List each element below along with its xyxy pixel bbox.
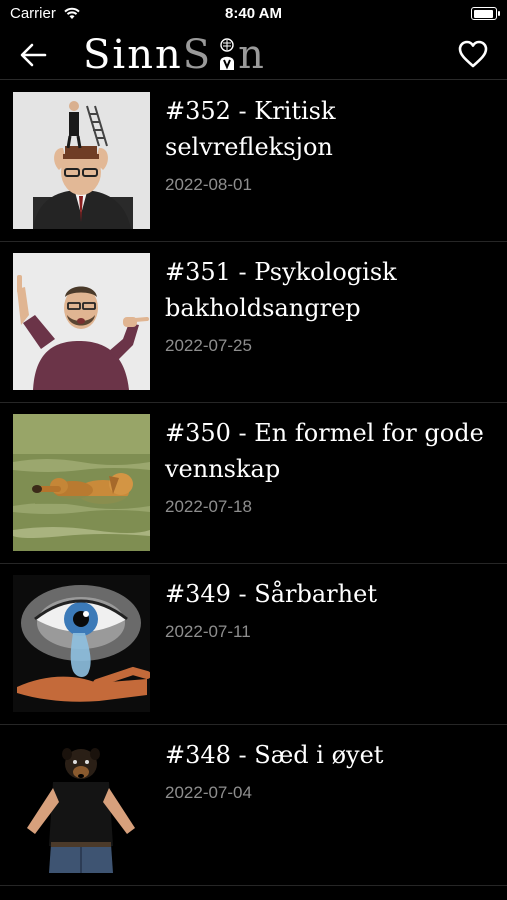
heart-icon[interactable] — [457, 38, 489, 70]
episode-thumbnail — [13, 253, 150, 390]
episode-title: #351 - Psykologisk bakholdsangrep — [165, 258, 397, 322]
back-arrow-icon[interactable] — [17, 39, 49, 71]
logo-head-icon — [220, 38, 235, 70]
episode-title: #349 - Sårbarhet — [165, 580, 377, 608]
logo-text-secondary: S — [182, 32, 213, 78]
clock: 8:40 AM — [225, 5, 282, 22]
episode-row[interactable]: #352 - Kritisk selvrefleksjon 2022-08-01 — [0, 81, 507, 242]
episode-thumbnail — [13, 414, 150, 551]
logo-text-primary: Sinn — [83, 32, 183, 78]
status-bar: Carrier 8:40 AM — [0, 0, 507, 30]
episode-date: 2022-07-11 — [165, 622, 251, 641]
episode-title: #348 - Sæd i øyet — [165, 741, 384, 769]
episode-row[interactable]: #349 - Sårbarhet 2022-07-11 — [0, 564, 507, 725]
episode-list: #352 - Kritisk selvrefleksjon 2022-08-01 — [0, 81, 507, 886]
logo-text-secondary-end: n — [238, 32, 266, 78]
app-logo: SinnS n — [83, 32, 266, 78]
episode-title: #350 - En formel for gode vennskap — [165, 419, 484, 483]
episode-thumbnail — [13, 736, 150, 873]
battery-icon — [471, 7, 500, 20]
episode-row[interactable]: #348 - Sæd i øyet 2022-07-04 — [0, 725, 507, 886]
episode-date: 2022-07-18 — [165, 497, 252, 516]
episode-date: 2022-07-25 — [165, 336, 252, 355]
episode-thumbnail — [13, 575, 150, 712]
episode-date: 2022-08-01 — [165, 175, 252, 194]
episode-date: 2022-07-04 — [165, 783, 252, 802]
navigation-bar: SinnS n — [0, 30, 507, 80]
episode-title: #352 - Kritisk selvrefleksjon — [165, 97, 336, 161]
episode-row[interactable]: #350 - En formel for gode vennskap 2022-… — [0, 403, 507, 564]
episode-thumbnail — [13, 92, 150, 229]
episode-row[interactable]: #351 - Psykologisk bakholdsangrep 2022-0… — [0, 242, 507, 403]
